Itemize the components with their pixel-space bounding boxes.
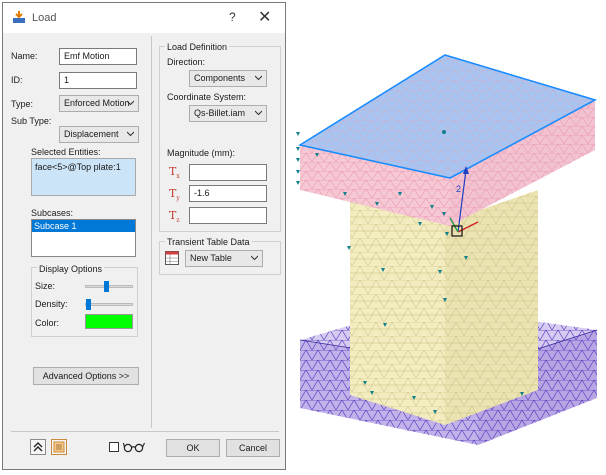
- subtype-dropdown[interactable]: Displacement: [59, 126, 139, 143]
- selected-entities-box[interactable]: face<5>@Top plate:1: [31, 158, 136, 196]
- subtype-label: Sub Type:: [11, 116, 52, 126]
- advanced-options-button[interactable]: Advanced Options >>: [33, 367, 139, 385]
- subtype-value: Displacement: [64, 129, 119, 139]
- density-slider[interactable]: [85, 299, 91, 310]
- ok-button[interactable]: OK: [166, 439, 220, 457]
- preview-button[interactable]: [51, 439, 67, 455]
- density-label: Density:: [35, 299, 68, 309]
- subcases-list[interactable]: Subcase 1: [31, 219, 136, 257]
- table-icon[interactable]: [165, 251, 179, 265]
- collapse-button[interactable]: [30, 439, 46, 455]
- color-label: Color:: [35, 318, 60, 328]
- chevron-down-icon: [127, 131, 134, 137]
- load-definition-label: Load Definition: [165, 42, 230, 52]
- load-dialog: Load ? ✕ Name: Emf Motion ID: 1 Type: En…: [2, 2, 286, 470]
- selected-entities-label: Selected Entities:: [31, 147, 101, 157]
- coordinate-system-label: Coordinate System:: [167, 92, 247, 102]
- center-column[interactable]: [350, 190, 538, 425]
- glasses-icon: [123, 442, 145, 453]
- cancel-button[interactable]: Cancel: [226, 439, 280, 457]
- direction-value: Components: [194, 73, 246, 83]
- title-bar: Load ? ✕: [3, 3, 285, 33]
- direction-label: Direction:: [167, 57, 206, 67]
- selected-entity-item[interactable]: face<5>@Top plate:1: [35, 162, 121, 172]
- size-slider[interactable]: [104, 281, 110, 292]
- coordinate-system-value: Qs-Billet.iam: [194, 108, 246, 118]
- direction-dropdown[interactable]: Components: [189, 70, 267, 87]
- ty-label: Ty: [169, 187, 180, 202]
- chevron-down-icon: [255, 75, 262, 81]
- column-divider: [151, 36, 152, 428]
- glasses-checkbox[interactable]: [109, 442, 119, 452]
- tx-label-sub: x: [176, 173, 180, 181]
- density-slider-track: [85, 303, 133, 306]
- id-label: ID:: [11, 75, 23, 85]
- double-chevron-up-icon: [33, 442, 43, 452]
- type-dropdown[interactable]: Enforced Motion: [59, 95, 139, 112]
- chevron-down-icon: [127, 100, 134, 106]
- subcases-label: Subcases:: [31, 208, 74, 218]
- name-label: Name:: [11, 51, 38, 61]
- load-preview-icon: [53, 441, 65, 453]
- id-field[interactable]: 1: [59, 72, 137, 89]
- magnitude-label: Magnitude (mm):: [167, 148, 236, 158]
- tx-field[interactable]: [189, 164, 267, 181]
- chevron-down-icon: [255, 110, 262, 116]
- load-app-icon: [13, 11, 25, 23]
- chevron-down-icon: [251, 255, 258, 261]
- name-field[interactable]: Emf Motion: [59, 48, 137, 65]
- table-dropdown[interactable]: New Table: [185, 250, 263, 267]
- tz-label: Tz: [169, 209, 180, 224]
- transient-table-label: Transient Table Data: [165, 237, 252, 247]
- bottom-divider: [11, 431, 279, 432]
- model-viewport[interactable]: 2: [290, 0, 606, 475]
- help-button[interactable]: ?: [229, 10, 236, 24]
- color-swatch[interactable]: [85, 314, 133, 329]
- table-value: New Table: [190, 253, 232, 263]
- coordinate-system-dropdown[interactable]: Qs-Billet.iam: [189, 105, 267, 122]
- ty-field[interactable]: -1.6: [189, 185, 267, 202]
- type-label: Type:: [11, 99, 34, 109]
- tz-field[interactable]: [189, 207, 267, 224]
- type-value: Enforced Motion: [64, 98, 130, 108]
- dialog-title: Load: [32, 12, 57, 24]
- size-label: Size:: [35, 281, 56, 291]
- axis-label: 2: [456, 184, 461, 194]
- subcase-item[interactable]: Subcase 1: [32, 220, 135, 232]
- display-options-label: Display Options: [37, 264, 105, 274]
- tz-label-sub: z: [176, 217, 180, 225]
- close-button[interactable]: ✕: [258, 7, 271, 27]
- ty-label-sub: y: [176, 195, 180, 203]
- tx-label: Tx: [169, 165, 180, 180]
